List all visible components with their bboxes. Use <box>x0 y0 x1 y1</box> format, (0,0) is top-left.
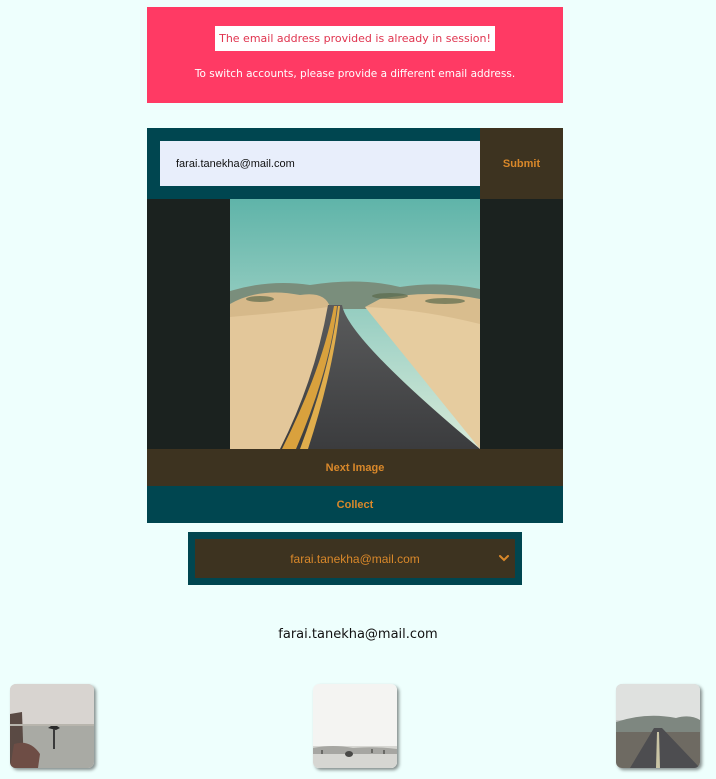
image-panel: Submit <box>147 128 563 523</box>
collection-email: farai.tanekha@mail.com <box>278 627 438 642</box>
alert-message: The email address provided is already in… <box>215 26 495 51</box>
account-select-wrapper: farai.tanekha@mail.com <box>188 532 522 585</box>
collected-thumbnail[interactable] <box>313 684 397 768</box>
account-select[interactable]: farai.tanekha@mail.com <box>195 539 515 578</box>
chevron-down-icon <box>497 551 511 565</box>
email-input[interactable] <box>160 141 480 186</box>
email-form: Submit <box>147 128 563 199</box>
alert-hint: To switch accounts, please provide a dif… <box>194 68 516 80</box>
error-alert: The email address provided is already in… <box>147 7 563 103</box>
collected-thumbnail[interactable] <box>616 684 700 768</box>
collect-button[interactable]: Collect <box>147 486 563 523</box>
submit-button[interactable]: Submit <box>480 128 563 199</box>
next-image-button[interactable]: Next Image <box>147 449 563 486</box>
featured-image <box>230 199 480 449</box>
account-select-value: farai.tanekha@mail.com <box>290 551 420 566</box>
collected-thumbnail[interactable] <box>10 684 94 768</box>
